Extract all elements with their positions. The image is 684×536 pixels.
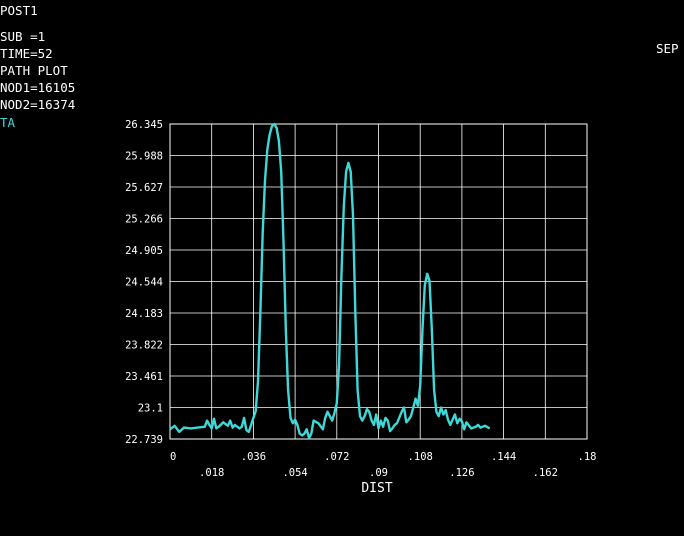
path-plot-chart: 22.739 23.1 23.461 23.822 24.183 24.544 24.905… <box>125 119 596 496</box>
x-axis-ticks: 0 .018 .036 .054 .072 .09 .108 .126 .144 .162 .18 <box>170 451 596 479</box>
x-tick-label: .09 <box>369 467 388 479</box>
x-tick-label: .018 <box>199 467 224 479</box>
y-axis-ticks: 22.739 23.1 23.461 23.822 24.183 24.544 24.905… <box>125 119 163 446</box>
x-tick-label: .126 <box>449 467 474 479</box>
y-tick-label: 26.345 <box>125 119 163 131</box>
y-tick-label: 25.988 <box>125 151 163 163</box>
x-tick-label: .054 <box>282 467 307 479</box>
series-group <box>169 122 491 440</box>
y-tick-label: 25.627 <box>125 182 163 194</box>
plot-grid <box>169 123 588 440</box>
x-tick-label: .108 <box>408 451 433 463</box>
x-tick-label: .162 <box>533 467 558 479</box>
x-axis-label: DIST <box>361 481 392 496</box>
x-tick-label: .18 <box>578 451 597 463</box>
y-tick-label: 24.183 <box>125 308 163 320</box>
y-tick-label: 24.544 <box>125 277 163 289</box>
y-tick-label: 22.739 <box>125 434 163 446</box>
y-tick-label: 23.461 <box>125 371 163 383</box>
y-tick-label: 23.822 <box>125 340 163 352</box>
x-tick-label: .144 <box>491 451 516 463</box>
x-tick-label: .036 <box>241 451 266 463</box>
x-tick-label: 0 <box>170 451 176 463</box>
y-tick-label: 23.1 <box>138 403 163 415</box>
y-tick-label: 24.905 <box>125 245 163 257</box>
y-tick-label: 25.266 <box>125 214 163 226</box>
x-tick-label: .072 <box>324 451 349 463</box>
series-line-ta <box>169 122 491 440</box>
